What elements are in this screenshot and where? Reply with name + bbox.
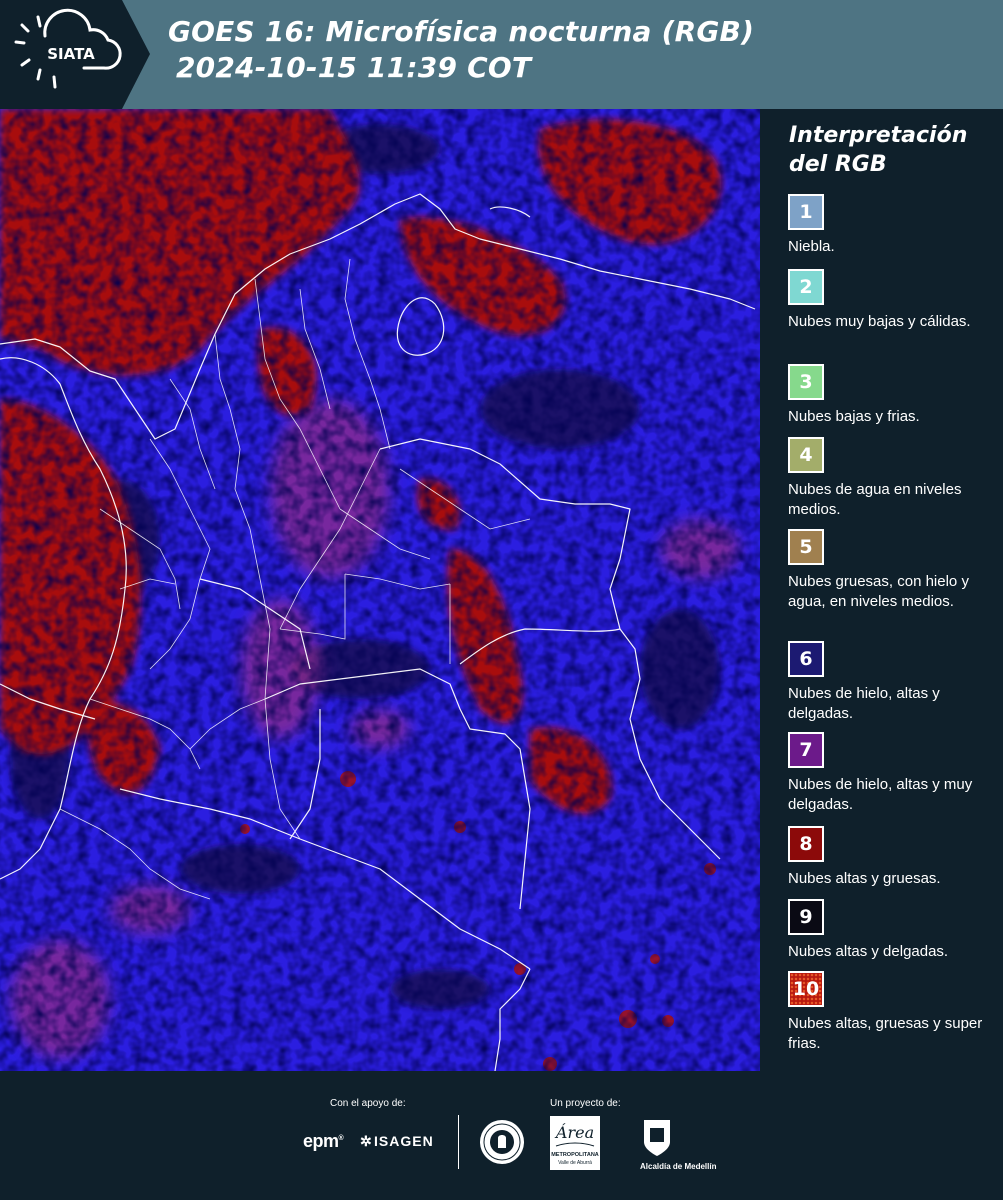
legend-item: 4 Nubes de agua en niveles medios.	[788, 437, 988, 520]
legend-item: 10 Nubes altas, gruesas y super frias.	[788, 971, 988, 1054]
legend-swatch-7: 7	[788, 732, 824, 768]
antioquia-seal-icon	[480, 1120, 524, 1164]
alcaldia-medellin-logo: Alcaldía de Medellín	[640, 1118, 716, 1172]
legend-label: Nubes de agua en niveles medios.	[788, 481, 962, 518]
legend-label: Niebla.	[788, 238, 835, 255]
legend-swatch-10: 10	[788, 971, 824, 1007]
header-bar: SIATA GOES 16: Microfísica nocturna (RGB…	[0, 0, 1003, 109]
isagen-logo: ✲ISAGEN	[360, 1133, 434, 1150]
legend-item: 9 Nubes altas y delgadas.	[788, 899, 988, 962]
legend-item: 6 Nubes de hielo, altas y delgadas.	[788, 641, 988, 724]
alcaldia-text: Alcaldía de Medellín	[640, 1162, 717, 1171]
legend-panel: Interpretación del RGB 1 Niebla. 2 Nubes…	[760, 109, 1003, 1071]
legend-item: 3 Nubes bajas y frias.	[788, 364, 988, 427]
svg-text:SIATA: SIATA	[47, 45, 95, 63]
svg-text:Área: Área	[554, 1122, 594, 1142]
legend-label: Nubes de hielo, altas y muy delgadas.	[788, 776, 973, 813]
medellin-shield-icon	[644, 1120, 670, 1156]
footer-sponsors: Con el apoyo de: Un proyecto de: epm® ✲I…	[0, 1071, 1003, 1200]
siata-logo: SIATA	[0, 0, 150, 109]
page-title: GOES 16: Microfísica nocturna (RGB) 2024…	[168, 14, 754, 86]
legend-swatch-2: 2	[788, 269, 824, 305]
legend-label: Nubes gruesas, con hielo y agua, en nive…	[788, 573, 969, 610]
satellite-rgb-map	[0, 109, 760, 1071]
legend-swatch-1: 1	[788, 194, 824, 230]
legend-label: Nubes altas, gruesas y super frias.	[788, 1015, 983, 1052]
area-metropolitana-logo: Área METROPOLITANA Valle de Aburrá	[550, 1116, 600, 1170]
legend-label: Nubes de hielo, altas y delgadas.	[788, 685, 940, 722]
legend-label: Nubes bajas y frias.	[788, 408, 920, 425]
legend-label: Nubes altas y gruesas.	[788, 870, 941, 887]
legend-label: Nubes muy bajas y cálidas.	[788, 313, 971, 330]
legend-swatch-5: 5	[788, 529, 824, 565]
legend-item: 5 Nubes gruesas, con hielo y agua, en ni…	[788, 529, 988, 612]
legend-item: 1 Niebla.	[788, 194, 988, 257]
legend-item: 8 Nubes altas y gruesas.	[788, 826, 988, 889]
epm-logo-text: epm	[303, 1131, 339, 1151]
legend-item: 2 Nubes muy bajas y cálidas.	[788, 269, 988, 332]
project-label: Un proyecto de:	[550, 1098, 621, 1109]
footer-divider	[458, 1115, 459, 1169]
epm-logo: epm®	[303, 1131, 344, 1151]
legend-swatch-9: 9	[788, 899, 824, 935]
title-line-2: 2024-10-15 11:39 COT	[176, 51, 532, 84]
legend-title: Interpretación del RGB	[789, 123, 968, 177]
legend-swatch-4: 4	[788, 437, 824, 473]
support-label: Con el apoyo de:	[330, 1098, 406, 1109]
title-line-1: GOES 16: Microfísica nocturna (RGB)	[168, 15, 755, 48]
isagen-logo-text: ISAGEN	[374, 1133, 434, 1149]
legend-swatch-6: 6	[788, 641, 824, 677]
legend-label: Nubes altas y delgadas.	[788, 943, 949, 960]
legend-item: 7 Nubes de hielo, altas y muy delgadas.	[788, 732, 988, 815]
legend-swatch-3: 3	[788, 364, 824, 400]
isagen-mark-icon: ✲	[360, 1133, 373, 1149]
svg-text:METROPOLITANA: METROPOLITANA	[551, 1152, 599, 1158]
svg-text:Valle de Aburrá: Valle de Aburrá	[558, 1160, 592, 1166]
legend-swatch-8: 8	[788, 826, 824, 862]
